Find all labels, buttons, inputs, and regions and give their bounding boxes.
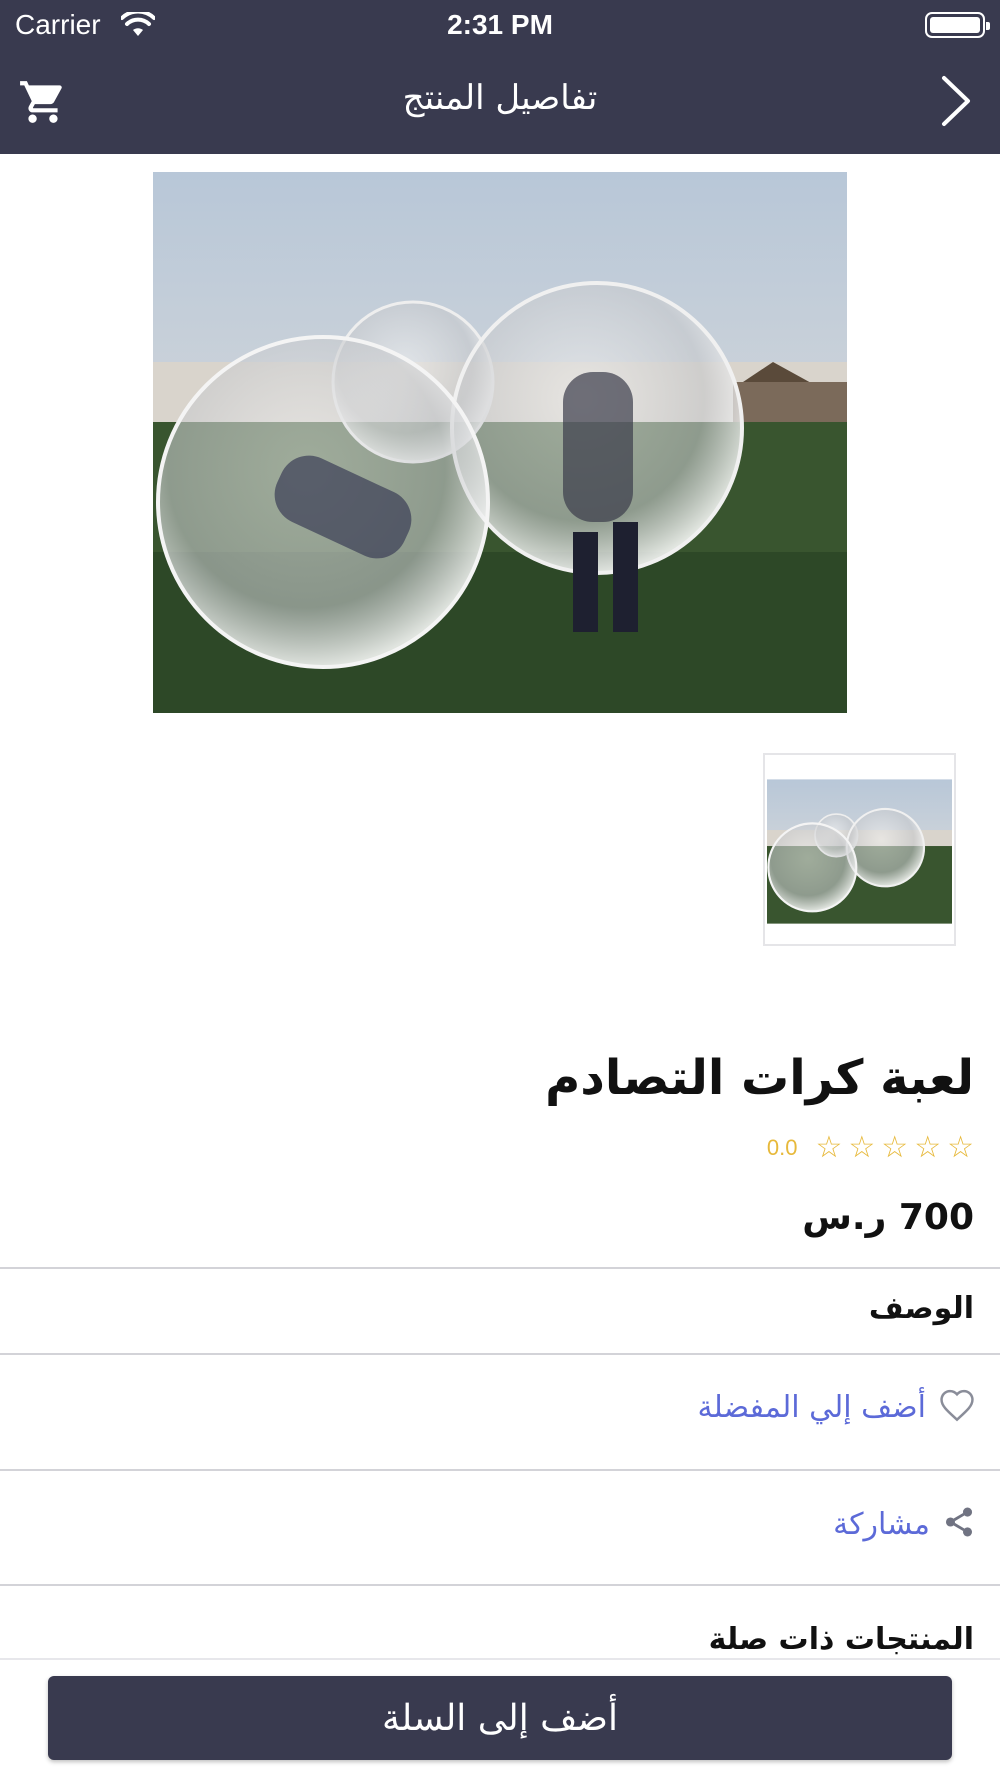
status-bar: Carrier 2:31 PM: [0, 0, 1000, 50]
star-icon: ☆: [881, 1130, 909, 1165]
star-icon: ☆: [947, 1130, 974, 1165]
chevron-right-icon[interactable]: [938, 74, 974, 128]
product-main-image[interactable]: [153, 172, 847, 713]
star-icon: ☆: [848, 1130, 876, 1165]
star-icon: ☆: [815, 1130, 843, 1165]
divider: [0, 1469, 1000, 1471]
divider: [0, 1584, 1000, 1586]
page-title: تفاصيل المنتج: [402, 78, 598, 118]
share-icon: [942, 1505, 976, 1543]
status-time: 2:31 PM: [447, 9, 553, 40]
divider: [0, 1267, 1000, 1269]
top-bar: Carrier 2:31 PM تفاصيل المنتج: [0, 0, 1000, 154]
rating: ☆ ☆ ☆ ☆ ☆ 0.0: [767, 1128, 974, 1168]
share-label: مشاركة: [833, 1506, 930, 1542]
divider: [0, 1353, 1000, 1355]
battery-icon: [925, 12, 990, 38]
rating-score: 0.0: [766, 1135, 798, 1160]
add-to-favorites-button[interactable]: أضف إلي المفضلة: [698, 1388, 976, 1426]
product-name: لعبة كرات التصادم: [545, 1050, 974, 1106]
add-to-cart-button[interactable]: أضف إلى السلة: [48, 1676, 952, 1760]
thumbnail-image: [767, 779, 952, 924]
share-button[interactable]: مشاركة: [833, 1505, 976, 1543]
description-label[interactable]: الوصف: [869, 1291, 974, 1326]
favorite-label: أضف إلي المفضلة: [697, 1389, 926, 1425]
add-to-cart-label: أضف إلى السلة: [381, 1697, 618, 1739]
product-thumbnail[interactable]: [763, 753, 956, 946]
related-products-title: المنتجات ذات صلة: [708, 1622, 974, 1657]
heart-icon: [938, 1388, 976, 1426]
product-price: 700 ر.س: [802, 1197, 974, 1238]
star-icon: ☆: [914, 1130, 942, 1165]
